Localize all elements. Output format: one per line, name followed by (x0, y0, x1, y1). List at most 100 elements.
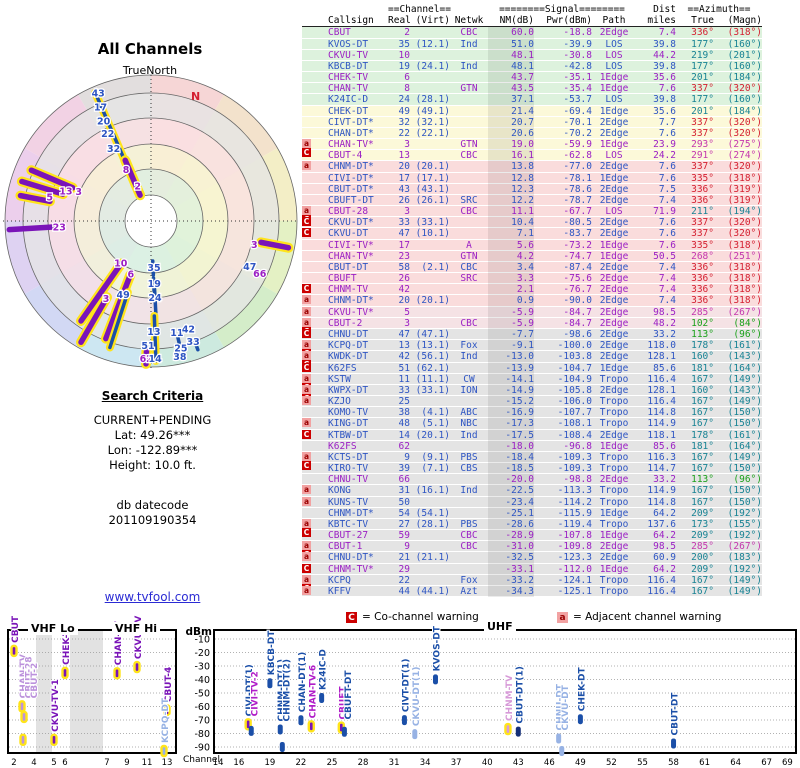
cell-pwr: -125.1 (557, 585, 592, 597)
cell-callsign: CIVI-TV* (328, 239, 374, 251)
cell-az-true: 177° (691, 38, 714, 50)
cochannel-warning-icon: C (302, 217, 311, 227)
warning-flags (302, 195, 328, 206)
cell-real: 44 (398, 585, 410, 597)
search-lon: Lon: -122.89*** (107, 443, 198, 457)
station-label: CBUT (11, 615, 21, 643)
table-row: C CHNM-TV* 29 -33.1 -112.0 1Edge 64.2 209° (192°… (302, 563, 762, 575)
radar-channel-label: 24 (148, 293, 162, 304)
table-row: K24IC-D 24 (28.1) 37.1 -53.7 LOS 39.8 177° (160°… (302, 94, 762, 106)
radar-channel-label: 42 (182, 325, 195, 336)
cell-netwk (450, 217, 488, 228)
cell-miles: 114.9 (647, 418, 676, 430)
table-row: CHAN-DT* 22 (22.1) 20.6 -70.2 2Edge 7.6 337° (32… (302, 127, 762, 140)
cell-az-true: 293° (691, 139, 714, 151)
cell-virt: (21.1) (415, 552, 450, 564)
cell-pwr: -115.9 (557, 507, 592, 519)
cell-az-true: 285° (691, 541, 714, 553)
cell-netwk (450, 50, 488, 61)
cell-az-magn: (318°) (727, 27, 762, 39)
warning-flags: aC (302, 384, 328, 403)
legend-adjacent-text: = Adjacent channel warning (573, 611, 722, 623)
cell-virt (410, 530, 450, 541)
cell-az-magn: (164°) (727, 362, 762, 374)
signal-bar (577, 714, 583, 725)
cell-path: 1Edge (599, 440, 629, 452)
cell-real: 49 (398, 105, 410, 117)
table-row: C K62FS 51 (62.1) -13.9 -104.7 1Edge 85.6 181° (1… (302, 362, 762, 374)
cell-callsign: KSTW (328, 373, 351, 385)
radar-channel-label: 32 (107, 144, 120, 155)
table-row: CHNM-DT* 54 (54.1) -25.1 -115.9 1Edge 64.2 209°… (302, 507, 762, 519)
cell-netwk: Ind (460, 351, 478, 363)
cell-miles: 60.9 (653, 552, 676, 564)
cell-pwr: -107.8 (557, 530, 592, 542)
signal-bar (20, 710, 28, 724)
station-label: CKVU-DT (561, 684, 571, 730)
cell-nm: 4.2 (488, 250, 534, 262)
cell-miles: 50.5 (653, 250, 676, 262)
cell-pwr: -109.8 (557, 541, 592, 553)
cell-az-magn: (267°) (727, 541, 762, 553)
cell-netwk (450, 396, 488, 407)
adjacent-warning-icon: a (557, 611, 568, 623)
cell-nm: -14.9 (488, 384, 534, 397)
adjacent-warning-icon: a (302, 295, 311, 305)
cell-miles: 7.6 (658, 217, 676, 229)
warning-flags (302, 94, 328, 105)
cell-az-magn: (318°) (727, 239, 762, 251)
cell-real: 11 (398, 373, 410, 385)
cell-real: 8 (404, 83, 410, 95)
station-label: CBUFT-DT (344, 670, 354, 720)
table-body: CBUT 2 CBC 60.0 -18.8 2Edge 7.4 336° (318°) KVOS-… (302, 27, 762, 598)
header-callsign: Callsign (328, 15, 374, 27)
table-row: aCCBUT-283CBC11.1-67.7LOS71.9211°(194°) (302, 206, 762, 225)
cell-path: 2Edge (599, 273, 629, 285)
cell-miles: 35.6 (653, 105, 676, 117)
cell-path: 1Edge (599, 530, 629, 542)
cell-real: 35 (398, 38, 410, 50)
cell-az-true: 167° (691, 396, 714, 408)
cell-pwr: -98.8 (563, 474, 592, 486)
signal-bar (432, 674, 438, 685)
cell-miles: 118.0 (647, 340, 676, 352)
cell-path: 1Edge (599, 105, 629, 117)
cell-pwr: -112.0 (557, 563, 592, 575)
cell-az-magn: (320°) (727, 83, 762, 95)
cell-virt: (11.1) (415, 373, 450, 385)
cochannel-warning-icon: C (302, 328, 311, 338)
cell-pwr: -104.7 (557, 362, 592, 374)
channel-tick: 64 (730, 758, 741, 768)
tvfool-link[interactable]: www.tvfool.com (15, 590, 290, 604)
warning-flags (302, 508, 328, 519)
table-row: KOMO-TV 38 (4.1) ABC -16.9 -107.7 Tropo 114.8 16… (302, 407, 762, 419)
station-label: K24IC-D (319, 649, 329, 690)
table-row: aCKCPQ 22 Fox -33.2 -124.1 Tropo 116.4 167° (149… (302, 574, 762, 593)
cell-virt: (20.1) (415, 429, 450, 441)
cell-az-magn: (318°) (727, 261, 762, 273)
cell-callsign: CKVU-DT* (328, 217, 374, 229)
header-signal-group: ========Signal======== (499, 4, 625, 15)
cochannel-warning-icon: C (302, 284, 311, 294)
cell-netwk: Ind (460, 60, 478, 72)
warning-flags: C (302, 362, 328, 374)
cell-az-magn: (318°) (727, 284, 762, 296)
cell-virt: (24.1) (415, 60, 450, 72)
cell-az-magn: (318°) (727, 295, 762, 307)
cell-callsign: CKVU-TV (328, 49, 369, 61)
cell-netwk: CW (463, 373, 475, 385)
header-virt: (Virt) (415, 15, 450, 27)
cell-miles: 7.4 (658, 261, 676, 273)
cell-virt (410, 240, 450, 251)
signal-bar (307, 720, 315, 733)
cell-az-true: 160° (691, 351, 714, 363)
cell-nm: 20.6 (488, 127, 534, 140)
radar-channel-label: 38 (173, 352, 187, 363)
cell-az-true: 337° (691, 161, 714, 173)
cell-az-magn: (184°) (727, 72, 762, 84)
cell-path: 2Edge (599, 384, 629, 396)
signal-bar (133, 660, 141, 674)
cell-az-true: 285° (691, 306, 714, 318)
cell-pwr: -123.3 (557, 552, 592, 564)
cell-pwr: -87.4 (563, 261, 592, 273)
